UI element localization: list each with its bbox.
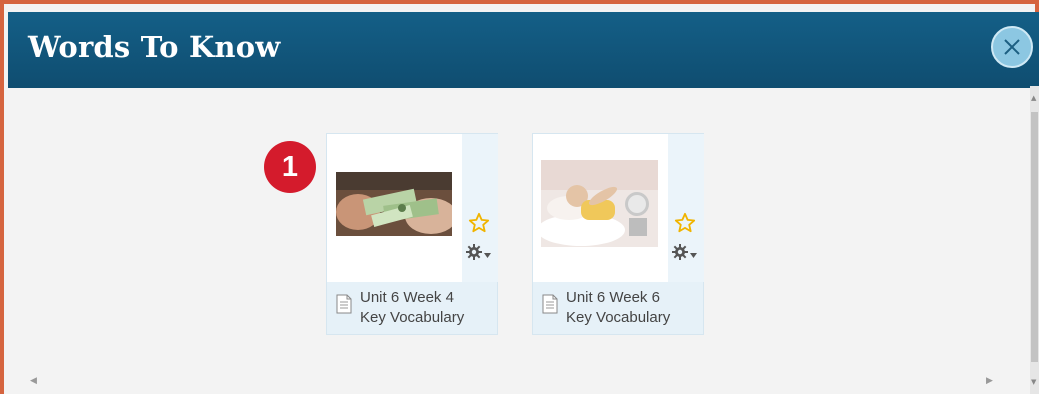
resource-card-unit6-week4[interactable]: Unit 6 Week 4 Key Vocabulary xyxy=(326,133,498,335)
dialog-content xyxy=(8,88,1033,394)
dialog-titlebar: Words To Know xyxy=(8,12,1039,88)
horizontal-scrollbar[interactable]: ◀ ▶ xyxy=(4,372,1029,394)
card-title-line1: Unit 6 Week 6 xyxy=(566,289,660,306)
card-title[interactable]: Unit 6 Week 4 Key Vocabulary xyxy=(360,288,464,328)
document-icon xyxy=(336,294,352,319)
scroll-down-arrow-icon[interactable]: ▼ xyxy=(1031,378,1036,386)
scroll-right-arrow-icon[interactable]: ▶ xyxy=(986,376,993,386)
card-title-line1: Unit 6 Week 4 xyxy=(360,289,454,306)
vertical-scrollbar[interactable]: ▲ ▼ xyxy=(1030,86,1039,394)
card-thumbnail-area[interactable] xyxy=(533,134,668,282)
close-button[interactable] xyxy=(991,26,1033,68)
gear-dropdown-icon[interactable] xyxy=(466,244,491,260)
scroll-left-arrow-icon[interactable]: ◀ xyxy=(30,376,37,386)
star-outline-icon[interactable] xyxy=(468,212,490,239)
sleeping-child-alarm-clock-photo xyxy=(541,160,658,247)
gear-dropdown-icon[interactable] xyxy=(672,244,697,260)
close-icon xyxy=(1004,39,1020,55)
card-footer[interactable]: Unit 6 Week 4 Key Vocabulary xyxy=(327,282,497,334)
words-to-know-dialog: Words To Know xyxy=(0,0,1039,394)
vertical-scrollbar-thumb[interactable] xyxy=(1031,112,1038,362)
star-outline-icon[interactable] xyxy=(674,212,696,239)
card-title[interactable]: Unit 6 Week 6 Key Vocabulary xyxy=(566,288,670,328)
document-icon xyxy=(542,294,558,319)
card-footer[interactable]: Unit 6 Week 6 Key Vocabulary xyxy=(533,282,703,334)
scroll-up-arrow-icon[interactable]: ▲ xyxy=(1031,94,1036,102)
dialog-title: Words To Know xyxy=(28,30,281,64)
card-title-line2: Key Vocabulary xyxy=(360,309,465,326)
money-exchange-photo xyxy=(336,172,452,236)
card-title-line2: Key Vocabulary xyxy=(566,309,671,326)
step-number-badge: 1 xyxy=(264,141,316,193)
resource-card-unit6-week6[interactable]: Unit 6 Week 6 Key Vocabulary xyxy=(532,133,704,335)
card-thumbnail-area[interactable] xyxy=(327,134,462,282)
